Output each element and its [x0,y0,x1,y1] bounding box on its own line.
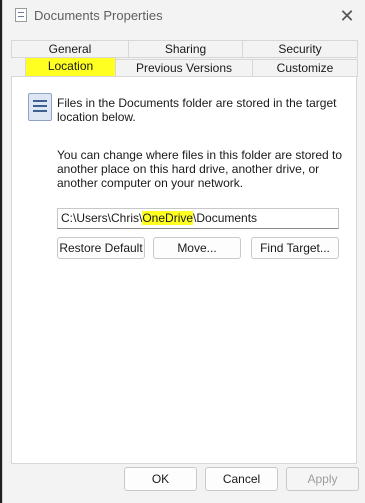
description-text: You can change where files in this folde… [57,148,343,190]
tab-security[interactable]: Security [242,40,358,58]
tab-row-front: Location Previous Versions Customize [11,57,359,77]
tab-general[interactable]: General [11,40,129,58]
tab-row-back: General Sharing Security [11,40,359,58]
window-title: Documents Properties [34,8,163,23]
info-text: Files in the Documents folder are stored… [57,96,337,124]
cancel-button[interactable]: Cancel [205,467,278,491]
find-target-button[interactable]: Find Target... [251,237,339,259]
tab-customize[interactable]: Customize [252,59,358,77]
ok-button[interactable]: OK [124,467,197,491]
target-path-input[interactable]: C:\Users\Chris\OneDrive\Documents [57,208,339,229]
documents-folder-icon [28,93,52,121]
restore-default-button[interactable]: Restore Default [57,237,145,259]
properties-window: Documents Properties ✕ General Sharing S… [2,0,365,503]
move-button[interactable]: Move... [153,237,241,259]
path-suffix: \Documents [193,211,258,225]
title-bar: Documents Properties ✕ [3,0,365,32]
path-highlight: OneDrive [142,211,194,225]
tab-previous-versions[interactable]: Previous Versions [115,59,253,77]
close-button[interactable]: ✕ [334,4,360,28]
tab-location[interactable]: Location [25,57,116,77]
tab-sharing[interactable]: Sharing [128,40,243,58]
apply-button[interactable]: Apply [286,467,359,491]
location-tab-panel: Files in the Documents folder are stored… [11,76,357,464]
document-properties-icon [15,8,27,22]
path-prefix: C:\Users\Chris\ [61,211,143,225]
